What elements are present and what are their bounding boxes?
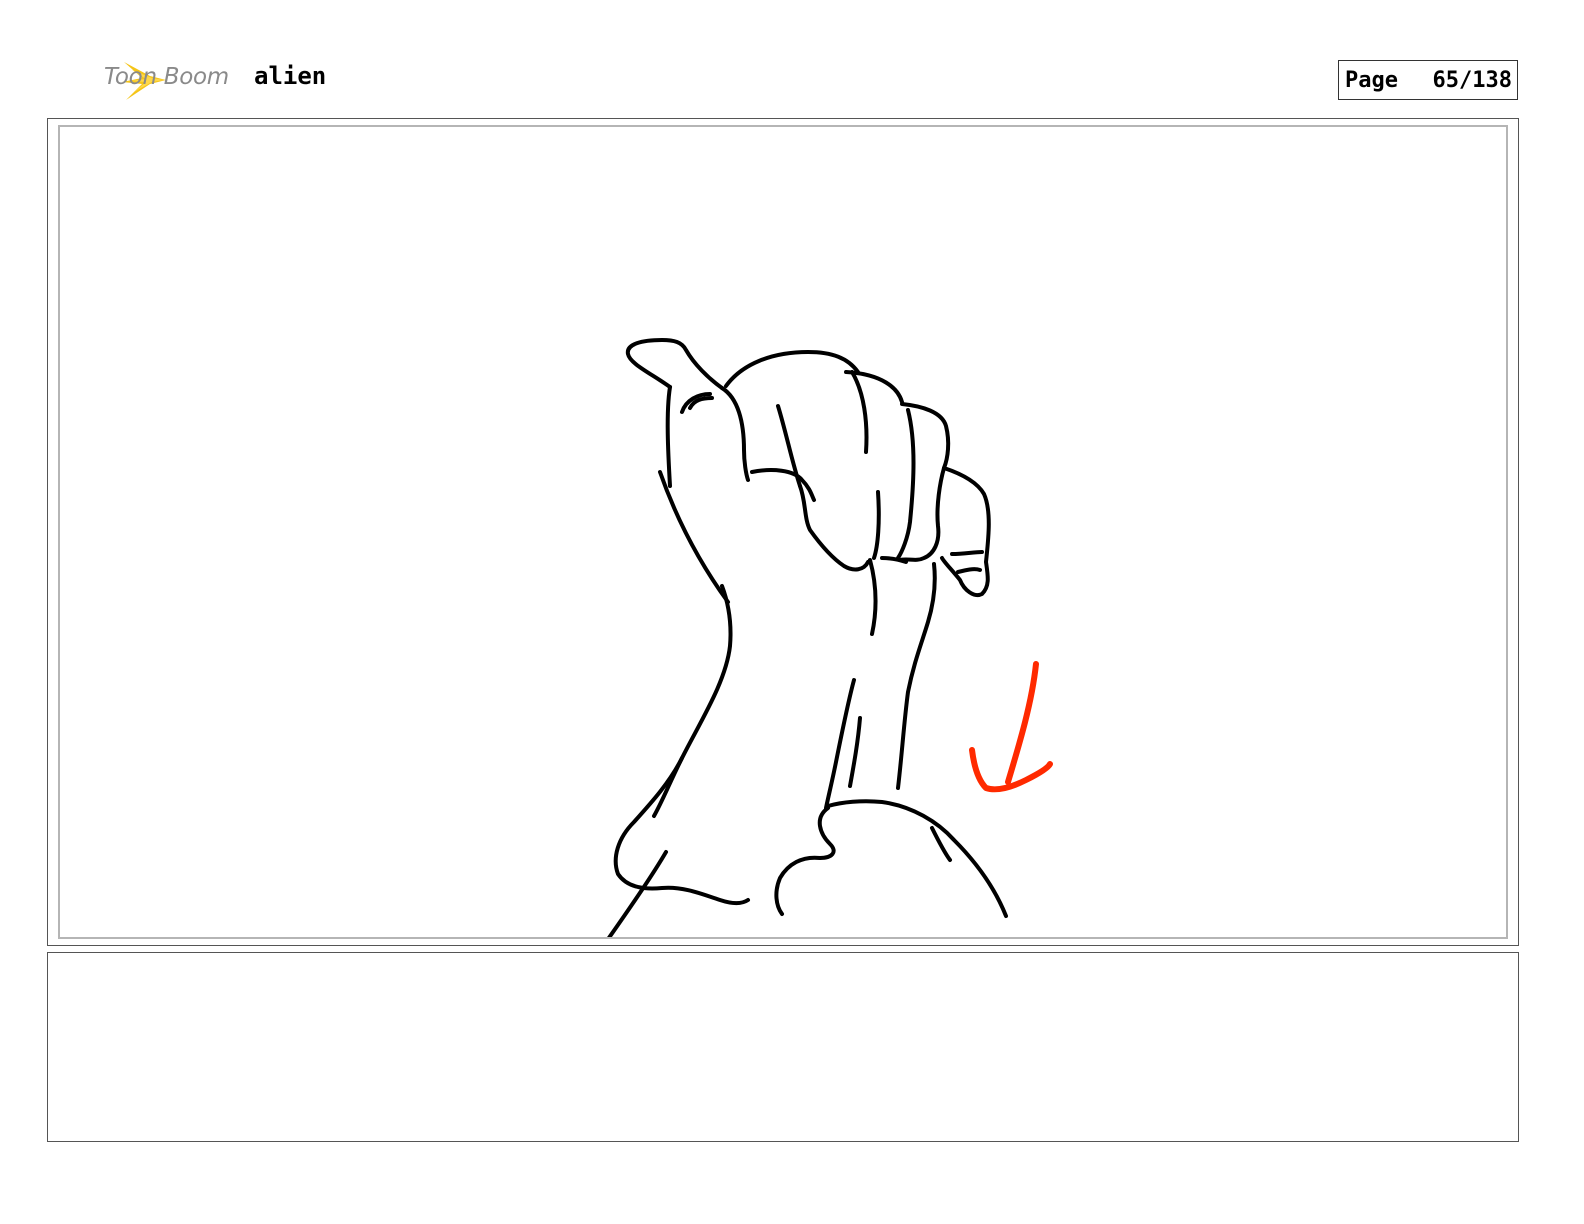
red-down-arrow-icon xyxy=(969,661,1053,793)
page-number: 65/138 xyxy=(1432,67,1512,93)
project-title: alien xyxy=(254,62,327,90)
page-indicator: Page 65/138 xyxy=(1338,60,1518,100)
brand-name: Toon Boom xyxy=(104,64,229,90)
page-label: Page xyxy=(1345,67,1398,93)
panel-notes xyxy=(47,952,1519,1142)
hand-thumb-sketch xyxy=(607,338,1053,937)
panel-image xyxy=(58,125,1508,939)
